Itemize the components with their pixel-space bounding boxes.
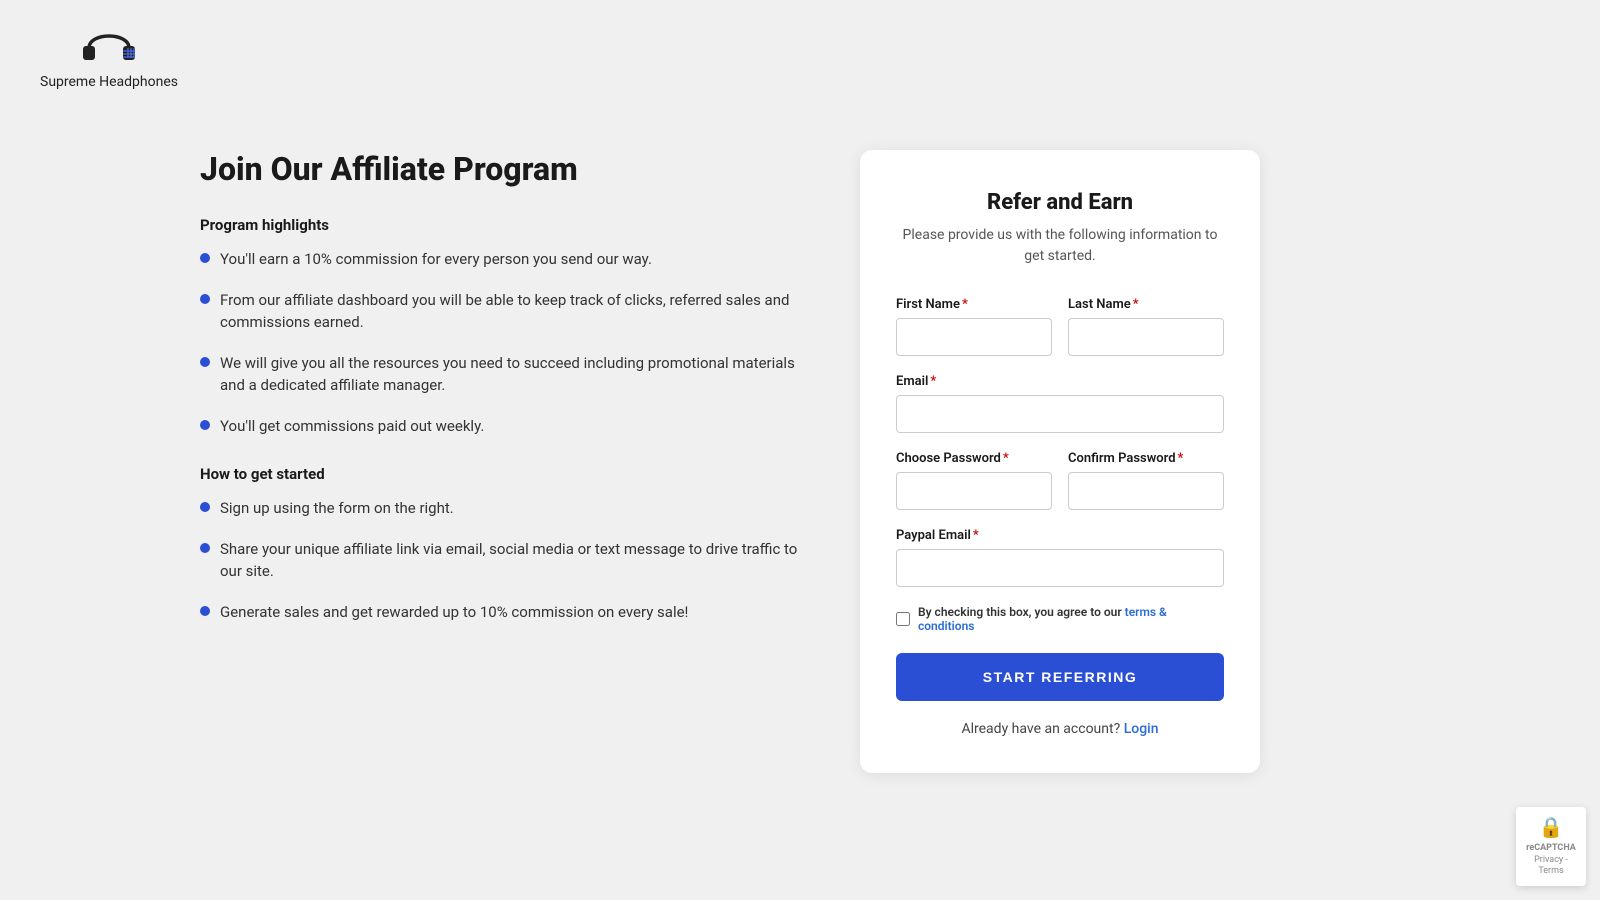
form-title: Refer and Earn bbox=[896, 190, 1224, 215]
highlight-text: From our affiliate dashboard you will be… bbox=[220, 289, 800, 334]
paypal-email-input[interactable] bbox=[896, 549, 1224, 587]
login-link[interactable]: Login bbox=[1124, 721, 1159, 737]
required-star: * bbox=[1133, 297, 1139, 312]
list-item: We will give you all the resources you n… bbox=[200, 352, 800, 397]
how-heading: How to get started bbox=[200, 465, 800, 483]
how-text: Share your unique affiliate link via ema… bbox=[220, 538, 800, 583]
bullet-dot bbox=[200, 420, 210, 430]
left-panel: Join Our Affiliate Program Program highl… bbox=[200, 150, 800, 651]
email-group: Email* bbox=[896, 374, 1224, 433]
paypal-email-label: Paypal Email* bbox=[896, 528, 1224, 543]
confirm-password-label: Confirm Password* bbox=[1068, 451, 1224, 466]
first-name-group: First Name* bbox=[896, 297, 1052, 356]
bullet-dot bbox=[200, 502, 210, 512]
required-star: * bbox=[1178, 451, 1184, 466]
choose-password-input[interactable] bbox=[896, 472, 1052, 510]
first-name-input[interactable] bbox=[896, 318, 1052, 356]
list-item: Sign up using the form on the right. bbox=[200, 497, 800, 520]
how-list: Sign up using the form on the right. Sha… bbox=[200, 497, 800, 623]
terms-checkbox[interactable] bbox=[896, 612, 910, 626]
paypal-email-group: Paypal Email* bbox=[896, 528, 1224, 587]
recaptcha-label: reCAPTCHA Privacy - Terms bbox=[1526, 843, 1576, 878]
form-subtitle: Please provide us with the following inf… bbox=[896, 225, 1224, 267]
list-item: You'll earn a 10% commission for every p… bbox=[200, 248, 800, 271]
paypal-email-row: Paypal Email* bbox=[896, 528, 1224, 587]
required-star: * bbox=[930, 374, 936, 389]
last-name-group: Last Name* bbox=[1068, 297, 1224, 356]
affiliate-signup-form: First Name* Last Name* Email* bbox=[896, 297, 1224, 737]
how-text: Generate sales and get rewarded up to 10… bbox=[220, 601, 688, 624]
last-name-label: Last Name* bbox=[1068, 297, 1224, 312]
recaptcha-icon: 🔒 bbox=[1539, 815, 1564, 839]
email-row: Email* bbox=[896, 374, 1224, 433]
recaptcha-badge: 🔒 reCAPTCHA Privacy - Terms bbox=[1516, 807, 1586, 886]
brand-name: Supreme Headphones bbox=[40, 74, 178, 90]
email-input[interactable] bbox=[896, 395, 1224, 433]
last-name-input[interactable] bbox=[1068, 318, 1224, 356]
list-item: From our affiliate dashboard you will be… bbox=[200, 289, 800, 334]
password-row: Choose Password* Confirm Password* bbox=[896, 451, 1224, 510]
main-content: Join Our Affiliate Program Program highl… bbox=[0, 110, 1600, 813]
bullet-dot bbox=[200, 357, 210, 367]
required-star: * bbox=[973, 528, 979, 543]
how-text: Sign up using the form on the right. bbox=[220, 497, 454, 520]
highlights-heading: Program highlights bbox=[200, 216, 800, 234]
highlight-text: We will give you all the resources you n… bbox=[220, 352, 800, 397]
already-account-text: Already have an account? bbox=[961, 721, 1120, 737]
bullet-dot bbox=[200, 606, 210, 616]
login-row: Already have an account? Login bbox=[896, 721, 1224, 737]
list-item: You'll get commissions paid out weekly. bbox=[200, 415, 800, 438]
choose-password-label: Choose Password* bbox=[896, 451, 1052, 466]
terms-checkbox-row: By checking this box, you agree to our t… bbox=[896, 605, 1224, 633]
page-title: Join Our Affiliate Program bbox=[200, 150, 800, 188]
required-star: * bbox=[1003, 451, 1009, 466]
highlight-text: You'll get commissions paid out weekly. bbox=[220, 415, 484, 438]
bullet-dot bbox=[200, 253, 210, 263]
terms-label: By checking this box, you agree to our t… bbox=[918, 605, 1224, 633]
required-star: * bbox=[962, 297, 968, 312]
confirm-password-input[interactable] bbox=[1068, 472, 1224, 510]
bullet-dot bbox=[200, 543, 210, 553]
list-item: Share your unique affiliate link via ema… bbox=[200, 538, 800, 583]
name-row: First Name* Last Name* bbox=[896, 297, 1224, 356]
site-header: Supreme Headphones bbox=[0, 0, 1600, 110]
choose-password-group: Choose Password* bbox=[896, 451, 1052, 510]
bullet-dot bbox=[200, 294, 210, 304]
highlight-text: You'll earn a 10% commission for every p… bbox=[220, 248, 652, 271]
confirm-password-group: Confirm Password* bbox=[1068, 451, 1224, 510]
list-item: Generate sales and get rewarded up to 10… bbox=[200, 601, 800, 624]
start-referring-button[interactable]: START REFERRING bbox=[896, 653, 1224, 701]
highlights-list: You'll earn a 10% commission for every p… bbox=[200, 248, 800, 437]
headphones-icon bbox=[79, 20, 139, 70]
signup-form-panel: Refer and Earn Please provide us with th… bbox=[860, 150, 1260, 773]
first-name-label: First Name* bbox=[896, 297, 1052, 312]
email-label: Email* bbox=[896, 374, 1224, 389]
logo-area: Supreme Headphones bbox=[40, 20, 178, 90]
